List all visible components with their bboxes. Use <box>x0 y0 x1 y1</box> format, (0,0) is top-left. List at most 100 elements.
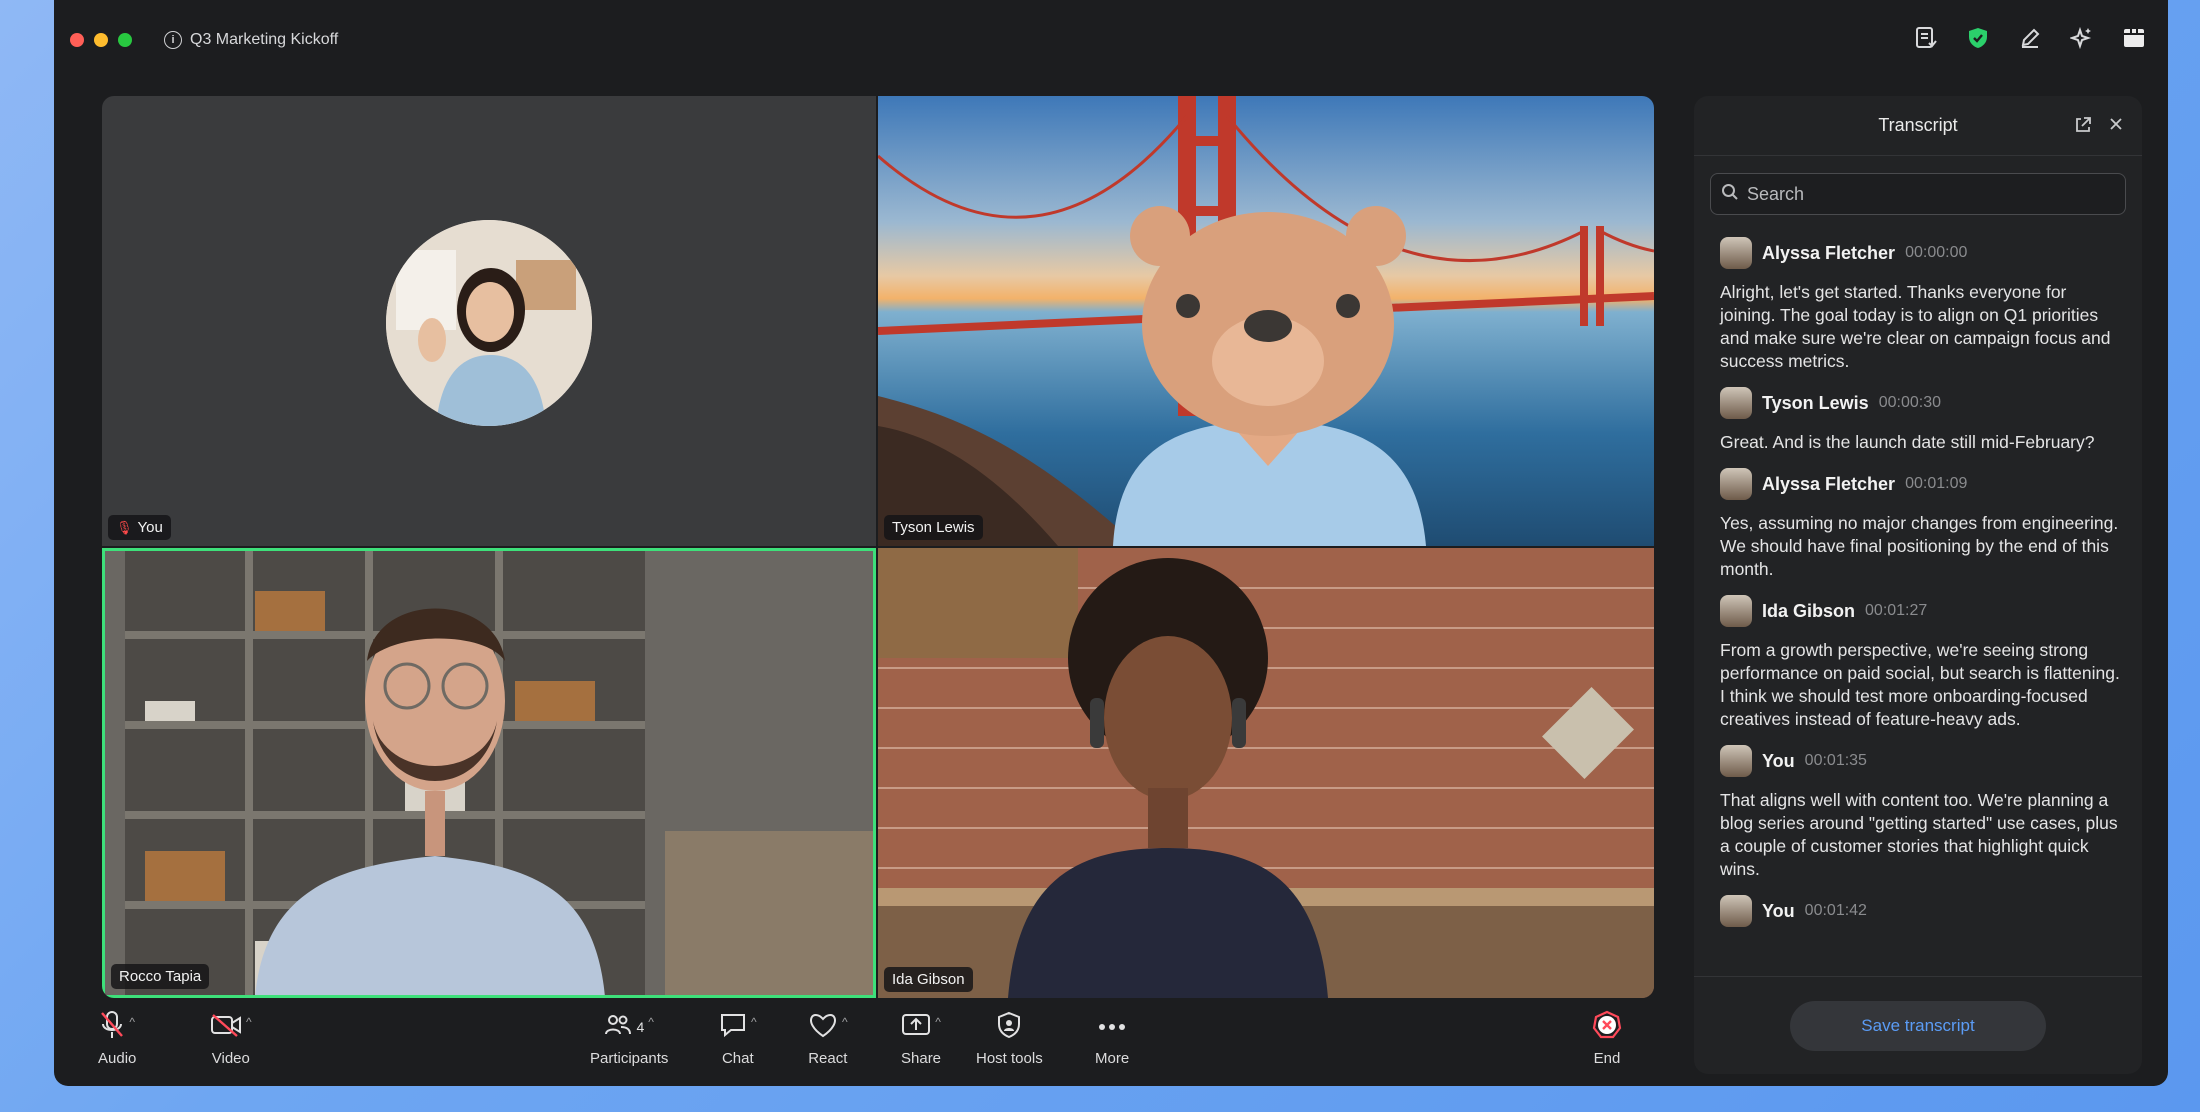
host-tools-button[interactable]: Host tools <box>976 1010 1043 1067</box>
people-icon <box>604 1013 632 1041</box>
avatar <box>1720 895 1752 927</box>
timestamp[interactable]: 00:01:42 <box>1805 902 1867 920</box>
golden-gate-background <box>878 96 1654 546</box>
close-icon[interactable] <box>2108 116 2124 139</box>
participant-name: You <box>137 519 163 536</box>
transcript-text: Alright, let's get started. Thanks every… <box>1720 282 2111 371</box>
timestamp[interactable]: 00:01:27 <box>1865 602 1927 620</box>
transcript-entry: You 00:01:42 <box>1720 895 2124 927</box>
shield-icon <box>996 1011 1022 1043</box>
chevron-up-icon[interactable]: ^ <box>842 1015 848 1029</box>
ai-sparkle-icon[interactable] <box>2070 26 2094 50</box>
end-meeting-button[interactable]: End <box>1592 1010 1622 1067</box>
chat-button[interactable]: ^ Chat <box>719 1010 757 1067</box>
audio-label: Audio <box>98 1050 137 1067</box>
transcript-text: Great. And is the launch date still mid-… <box>1720 432 2095 452</box>
transcript-search[interactable] <box>1710 173 2126 215</box>
participant-name-tag: Tyson Lewis <box>884 515 983 540</box>
pop-out-icon[interactable] <box>2074 116 2092 139</box>
transcript-text: Yes, assuming no major changes from engi… <box>1720 513 2119 579</box>
speaker-name: Ida Gibson <box>1762 600 1856 621</box>
close-window-button[interactable] <box>70 33 84 47</box>
transcript-title: Transcript <box>1878 115 1958 135</box>
video-tile-you[interactable]: 🎙 You <box>102 96 876 546</box>
end-call-icon <box>1592 1010 1622 1044</box>
meeting-toolbar: ^ Audio ^ Video 4 ^ Participants ^ Chat … <box>54 1000 1684 1086</box>
search-icon <box>1721 183 1739 206</box>
title-bar: i Q3 Marketing Kickoff <box>54 0 2168 80</box>
react-button[interactable]: ^ React <box>808 1010 848 1067</box>
timestamp[interactable]: 00:00:30 <box>1879 394 1941 412</box>
zoom-window-button[interactable] <box>118 33 132 47</box>
participant-name-tag: Rocco Tapia <box>111 964 210 989</box>
transcript-footer: Save transcript <box>1694 976 2142 1074</box>
chevron-up-icon[interactable]: ^ <box>129 1015 135 1029</box>
transcript-header: Transcript <box>1694 96 2142 156</box>
avatar <box>1720 595 1752 627</box>
shield-check-icon[interactable] <box>1966 26 1990 50</box>
participants-label: Participants <box>590 1050 669 1067</box>
video-button[interactable]: ^ Video <box>210 1010 252 1067</box>
kitchen-video <box>878 548 1654 998</box>
participant-name: Ida Gibson <box>892 971 965 988</box>
transcript-entry: Alyssa Fletcher 00:00:00 Alright, let's … <box>1720 237 2124 373</box>
participant-name-tag: Ida Gibson <box>884 967 973 992</box>
chat-label: Chat <box>721 1050 754 1067</box>
minimize-window-button[interactable] <box>94 33 108 47</box>
share-button[interactable]: ^ Share <box>901 1010 941 1067</box>
speaker-name: Alyssa Fletcher <box>1762 242 1896 263</box>
save-transcript-button[interactable]: Save transcript <box>1790 1000 2046 1051</box>
transcript-entry: Ida Gibson 00:01:27 From a growth perspe… <box>1720 595 2124 731</box>
notes-icon[interactable] <box>1914 26 1938 50</box>
avatar <box>386 220 592 426</box>
participant-count: 4 <box>636 1019 645 1035</box>
timestamp[interactable]: 00:01:35 <box>1805 752 1867 770</box>
avatar <box>1720 387 1752 419</box>
avatar <box>1720 237 1752 269</box>
speaker-name: You <box>1762 900 1795 921</box>
participant-name: Tyson Lewis <box>892 519 975 536</box>
heart-icon <box>808 1012 838 1042</box>
speaker-name: Tyson Lewis <box>1762 392 1869 413</box>
top-toolbar <box>1914 26 2146 50</box>
video-tile-rocco-tapia[interactable]: Rocco Tapia <box>102 548 876 998</box>
chevron-up-icon[interactable]: ^ <box>751 1015 757 1029</box>
share-label: Share <box>901 1050 942 1067</box>
video-grid: 🎙 You Tyson Lewis Rocco Tapia Ida Gibson <box>102 96 1654 998</box>
video-off-icon <box>210 1012 242 1042</box>
audio-button[interactable]: ^ Audio <box>98 1010 136 1067</box>
chevron-up-icon[interactable]: ^ <box>246 1015 252 1029</box>
more-button[interactable]: More <box>1095 1010 1129 1067</box>
speaker-name: Alyssa Fletcher <box>1762 473 1896 494</box>
video-tile-ida-gibson[interactable]: Ida Gibson <box>878 548 1654 998</box>
apps-icon[interactable] <box>2122 26 2146 50</box>
microphone-muted-icon <box>99 1010 125 1044</box>
avatar <box>1720 468 1752 500</box>
meeting-info[interactable]: i Q3 Marketing Kickoff <box>164 31 338 49</box>
transcript-text: That aligns well with content too. We're… <box>1720 790 2118 879</box>
end-label: End <box>1593 1050 1621 1067</box>
transcript-text: From a growth perspective, we're seeing … <box>1720 640 2120 729</box>
chevron-up-icon[interactable]: ^ <box>935 1015 941 1029</box>
avatar <box>1720 745 1752 777</box>
participant-name: Rocco Tapia <box>119 968 202 985</box>
host-tools-label: Host tools <box>976 1050 1043 1067</box>
chevron-up-icon[interactable]: ^ <box>648 1015 654 1029</box>
more-dots-icon <box>1098 1019 1126 1036</box>
search-input[interactable] <box>1747 183 2107 205</box>
share-screen-icon <box>901 1012 931 1042</box>
participant-name-tag: 🎙 You <box>108 515 171 540</box>
window-controls <box>70 33 132 47</box>
transcript-panel: Transcript Alyssa Fletcher 00:0 <box>1694 96 2142 1074</box>
video-tile-tyson-lewis[interactable]: Tyson Lewis <box>878 96 1654 546</box>
participants-button[interactable]: 4 ^ Participants <box>590 1010 668 1067</box>
transcript-entry: Alyssa Fletcher 00:01:09 Yes, assuming n… <box>1720 468 2124 581</box>
meeting-window: i Q3 Marketing Kickoff 🎙 You Tyson Lewis… <box>54 0 2168 1086</box>
timestamp[interactable]: 00:01:09 <box>1905 475 1967 493</box>
bookshelf-video <box>105 551 873 995</box>
pencil-icon[interactable] <box>2018 26 2042 50</box>
video-label: Video <box>211 1050 250 1067</box>
timestamp[interactable]: 00:00:00 <box>1905 244 1967 262</box>
info-icon[interactable]: i <box>164 31 182 49</box>
transcript-entry: You 00:01:35 That aligns well with conte… <box>1720 745 2124 881</box>
